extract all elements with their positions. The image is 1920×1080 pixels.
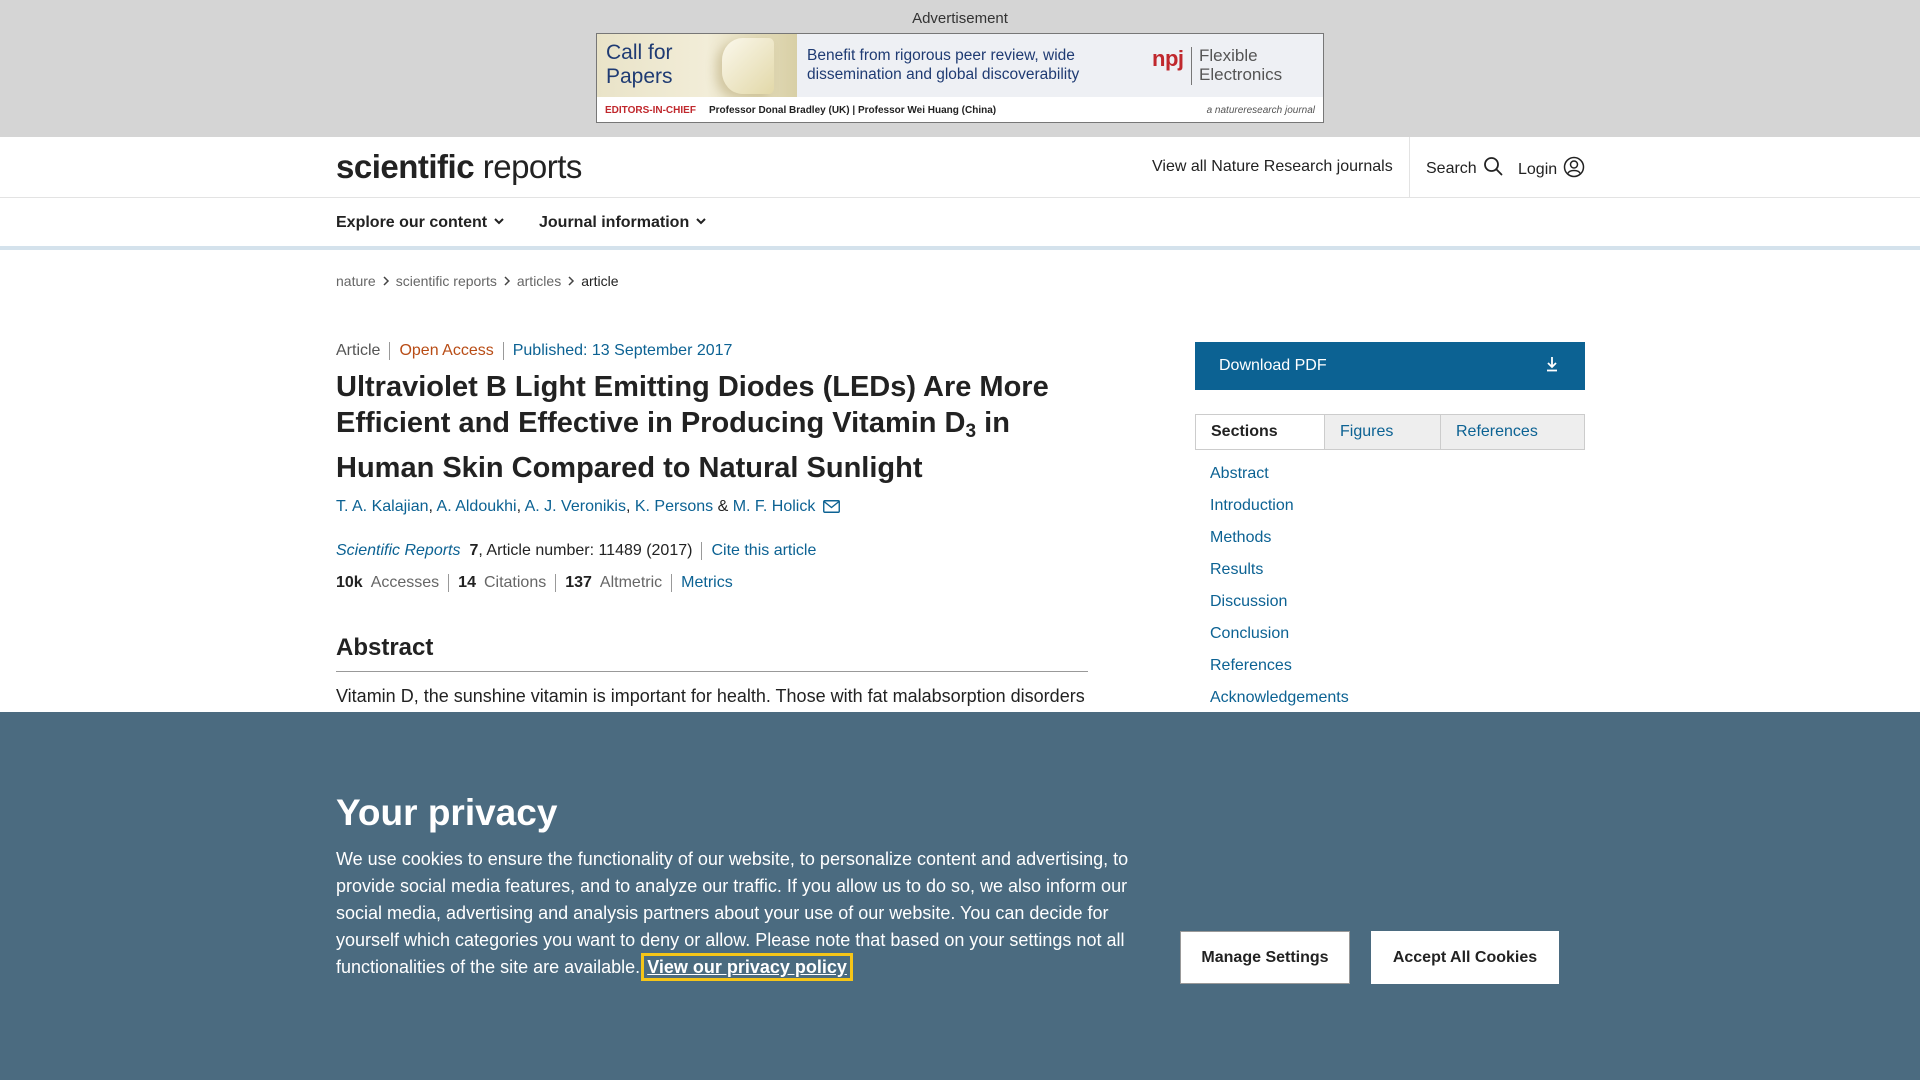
- section-link-discussion[interactable]: Discussion: [1210, 590, 1349, 622]
- tab-sections[interactable]: Sections: [1196, 415, 1324, 449]
- meta-divider: [448, 574, 450, 592]
- article-title: Ultraviolet B Light Emitting Diodes (LED…: [336, 371, 1049, 484]
- author-list: T. A. Kalajian, A. Aldoukhi, A. J. Veron…: [336, 498, 840, 518]
- altmetric-label: Altmetric: [599, 574, 663, 591]
- explore-content-menu[interactable]: Explore our content: [336, 214, 505, 232]
- chevron-down-icon: [695, 214, 707, 232]
- abstract-heading: Abstract: [336, 634, 434, 661]
- accesses-value: 10k: [336, 574, 363, 591]
- breadcrumb: nature scientific reports articles artic…: [336, 273, 619, 289]
- author-link[interactable]: K. Persons: [635, 498, 713, 515]
- login-button[interactable]: Login: [1518, 156, 1585, 183]
- header-divider: [1409, 137, 1410, 197]
- author-link[interactable]: A. Aldoukhi: [437, 498, 517, 515]
- login-label: Login: [1518, 160, 1558, 178]
- meta-divider: [502, 342, 504, 360]
- cookie-text: We use cookies to ensure the functionali…: [336, 849, 1129, 981]
- advertisement-band: Advertisement Call for Papers Benefit fr…: [0, 0, 1920, 137]
- journal-information-menu[interactable]: Journal information: [539, 214, 707, 232]
- section-link-abstract[interactable]: Abstract: [1210, 462, 1349, 494]
- cookie-title: Your privacy: [336, 792, 558, 833]
- search-button[interactable]: Search: [1426, 156, 1503, 181]
- accept-all-cookies-button[interactable]: Accept All Cookies: [1371, 931, 1559, 984]
- accesses-label: Accesses: [370, 574, 440, 591]
- site-header: scientific reports View all Nature Resea…: [0, 137, 1920, 198]
- chevron-right-icon: [503, 274, 511, 289]
- ad-message: Benefit from rigorous peer review, wide …: [807, 47, 1080, 83]
- altmetric-value: 137: [565, 574, 592, 591]
- meta-divider: [701, 542, 703, 560]
- section-link-results[interactable]: Results: [1210, 558, 1349, 590]
- article-type: Article: [336, 342, 381, 359]
- abstract-divider: [336, 671, 1088, 672]
- breadcrumb-current: article: [581, 273, 619, 289]
- ad-message-area: Benefit from rigorous peer review, wide …: [797, 34, 1323, 97]
- ad-editors-label: EDITORS-IN-CHIEF: [605, 105, 696, 116]
- author-link[interactable]: A. J. Veronikis: [525, 498, 626, 515]
- ad-npj-logo: npj: [1152, 46, 1184, 71]
- section-link-introduction[interactable]: Introduction: [1210, 494, 1349, 526]
- ad-brand: a natureresearch journal: [1206, 105, 1315, 116]
- breadcrumb-nature[interactable]: nature: [336, 273, 376, 289]
- download-icon: [1545, 356, 1559, 377]
- user-icon: [1563, 156, 1585, 183]
- sections-list: Abstract Introduction Methods Results Di…: [1210, 462, 1349, 718]
- meta-divider: [671, 574, 673, 592]
- breadcrumb-articles[interactable]: articles: [517, 273, 561, 289]
- cookie-consent-banner: Your privacy We use cookies to ensure th…: [0, 712, 1920, 1080]
- download-pdf-button[interactable]: Download PDF: [1195, 342, 1585, 390]
- citations-label: Citations: [483, 574, 547, 591]
- article-number: , Article number: 11489 (2017): [478, 542, 693, 559]
- article-meta: Article Open Access Published: 13 Septem…: [336, 342, 732, 360]
- chevron-down-icon: [493, 214, 505, 232]
- ad-editors-strip: EDITORS-IN-CHIEF Professor Donal Bradley…: [597, 97, 1323, 122]
- sidebar-tabs: Sections Figures References: [1195, 414, 1585, 450]
- manage-settings-button[interactable]: Manage Settings: [1180, 931, 1350, 984]
- section-link-conclusion[interactable]: Conclusion: [1210, 622, 1349, 654]
- ad-call-for-papers: Call for Papers: [597, 34, 797, 97]
- journal-information-label: Journal information: [539, 214, 690, 231]
- published-date[interactable]: Published: 13 September 2017: [513, 342, 733, 360]
- advertisement-label: Advertisement: [912, 10, 1008, 27]
- privacy-policy-link[interactable]: View our privacy policy: [641, 953, 853, 981]
- ad-editors-names: Professor Donal Bradley (UK) | Professor…: [709, 105, 997, 116]
- citation-line: Scientific Reports 7 , Article number: 1…: [336, 542, 816, 560]
- author-link[interactable]: M. F. Holick: [733, 498, 816, 515]
- section-link-references[interactable]: References: [1210, 654, 1349, 686]
- chevron-right-icon: [382, 274, 390, 289]
- metrics-link[interactable]: Metrics: [681, 574, 733, 592]
- sub-navigation: Explore our content Journal information: [0, 198, 1920, 250]
- explore-content-label: Explore our content: [336, 214, 488, 231]
- breadcrumb-scientific-reports[interactable]: scientific reports: [396, 273, 497, 289]
- advertisement-banner[interactable]: Call for Papers Benefit from rigorous pe…: [596, 33, 1324, 123]
- email-icon[interactable]: [822, 500, 840, 518]
- ad-cfp-text: Call for Papers: [606, 41, 673, 88]
- ad-logo-divider: [1191, 47, 1192, 85]
- article-metrics: 10k Accesses 14 Citations 137 Altmetric …: [336, 574, 733, 592]
- search-icon: [1483, 156, 1503, 181]
- view-all-journals-link[interactable]: View all Nature Research journals: [1152, 158, 1393, 176]
- tab-figures[interactable]: Figures: [1324, 415, 1440, 449]
- journal-link[interactable]: Scientific Reports: [336, 542, 461, 560]
- meta-divider: [555, 574, 557, 592]
- abstract-text: Vitamin D, the sunshine vitamin is impor…: [336, 686, 1085, 706]
- chevron-right-icon: [567, 274, 575, 289]
- citations-value: 14: [458, 574, 476, 591]
- author-link[interactable]: T. A. Kalajian: [336, 498, 429, 515]
- site-logo[interactable]: scientific reports: [336, 148, 582, 186]
- cite-article-link[interactable]: Cite this article: [711, 542, 816, 560]
- ad-paper-graphic: [722, 38, 774, 94]
- section-link-methods[interactable]: Methods: [1210, 526, 1349, 558]
- volume: 7: [469, 542, 479, 559]
- open-access-badge: Open Access: [399, 342, 494, 359]
- ad-journal-name: Flexible Electronics: [1199, 46, 1283, 84]
- download-pdf-label: Download PDF: [1219, 357, 1327, 374]
- tab-references[interactable]: References: [1440, 415, 1584, 449]
- search-label: Search: [1426, 159, 1477, 177]
- meta-divider: [389, 342, 391, 360]
